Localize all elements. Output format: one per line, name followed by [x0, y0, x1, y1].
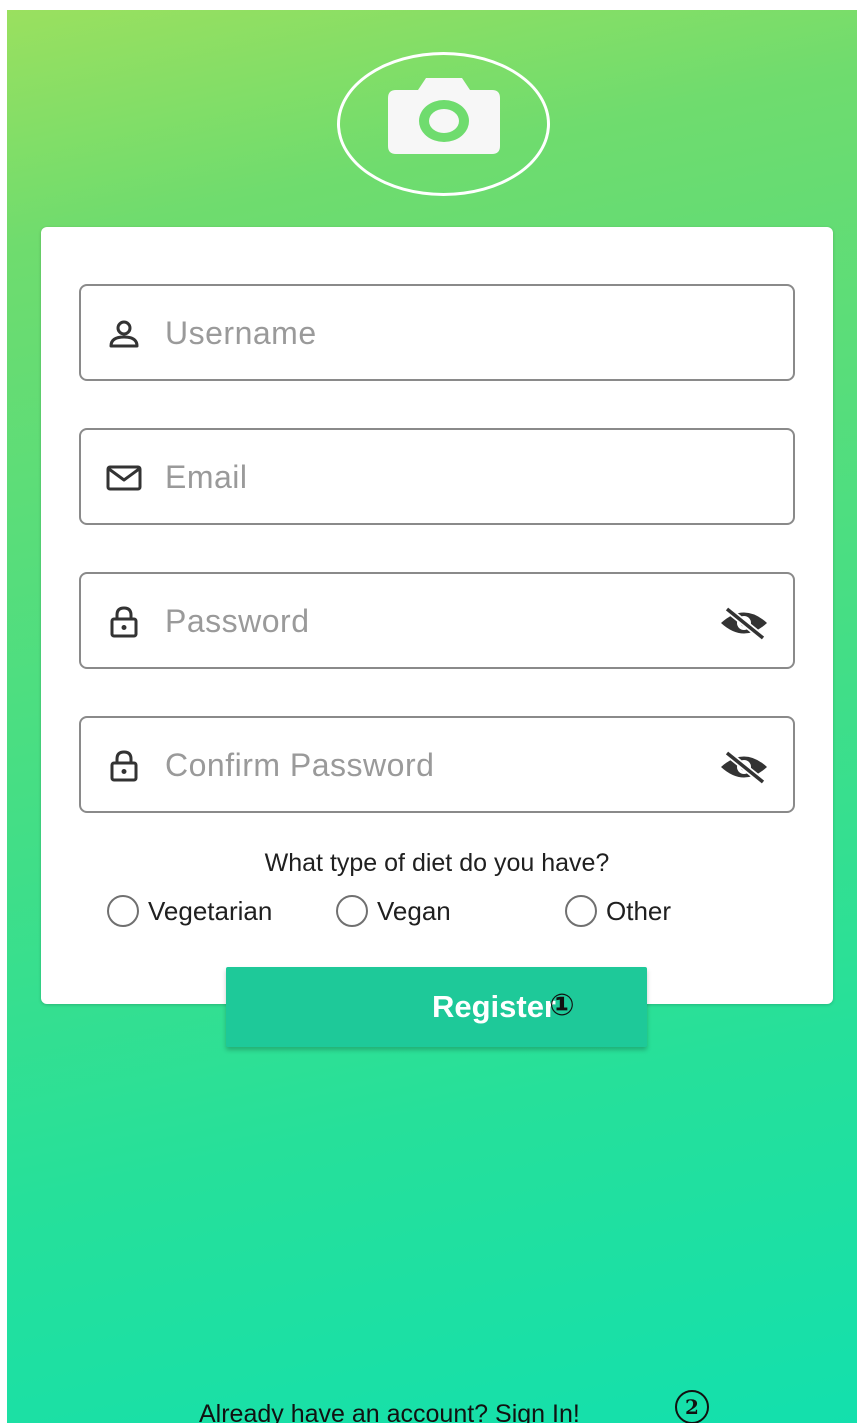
register-card: Username Email Password Confirm Password… [41, 227, 833, 1004]
sign-in-link[interactable]: Already have an account? Sign In! [199, 1400, 580, 1423]
password-placeholder: Password [165, 603, 310, 639]
camera-icon[interactable] [388, 78, 500, 154]
lock-icon [110, 750, 138, 782]
confirm-password-placeholder: Confirm Password [165, 747, 435, 783]
person-icon [109, 320, 139, 348]
username-field[interactable]: Username [79, 284, 795, 381]
email-placeholder: Email [165, 459, 248, 495]
password-field[interactable]: Password [79, 572, 795, 669]
register-button-label: Register [431, 989, 556, 1024]
sign-in-badge: 2 [675, 1390, 709, 1423]
sign-in-text: Already have an account? Sign In! [199, 1400, 580, 1423]
radio-label-other: Other [606, 895, 672, 926]
eye-off-icon[interactable] [719, 606, 769, 640]
eye-off-icon[interactable] [719, 750, 769, 784]
mail-icon [106, 465, 142, 491]
radio-circle[interactable] [336, 895, 368, 927]
lock-icon [110, 606, 138, 638]
diet-question: What type of diet do you have? [264, 849, 610, 877]
register-badge: ① [549, 988, 575, 1023]
radio-label-vegetarian: Vegetarian [148, 895, 273, 926]
register-button[interactable]: Register ① [226, 967, 647, 1047]
username-placeholder: Username [165, 315, 317, 351]
email-field[interactable]: Email [79, 428, 795, 525]
radio-other[interactable]: Other [565, 894, 671, 928]
radio-vegan[interactable]: Vegan [336, 894, 451, 928]
radio-label-vegan: Vegan [377, 895, 451, 926]
register-screen: Username Email Password Confirm Password… [7, 10, 857, 1423]
radio-vegetarian[interactable]: Vegetarian [107, 894, 272, 928]
confirm-password-field[interactable]: Confirm Password [79, 716, 795, 813]
radio-circle[interactable] [107, 895, 139, 927]
radio-circle[interactable] [565, 895, 597, 927]
